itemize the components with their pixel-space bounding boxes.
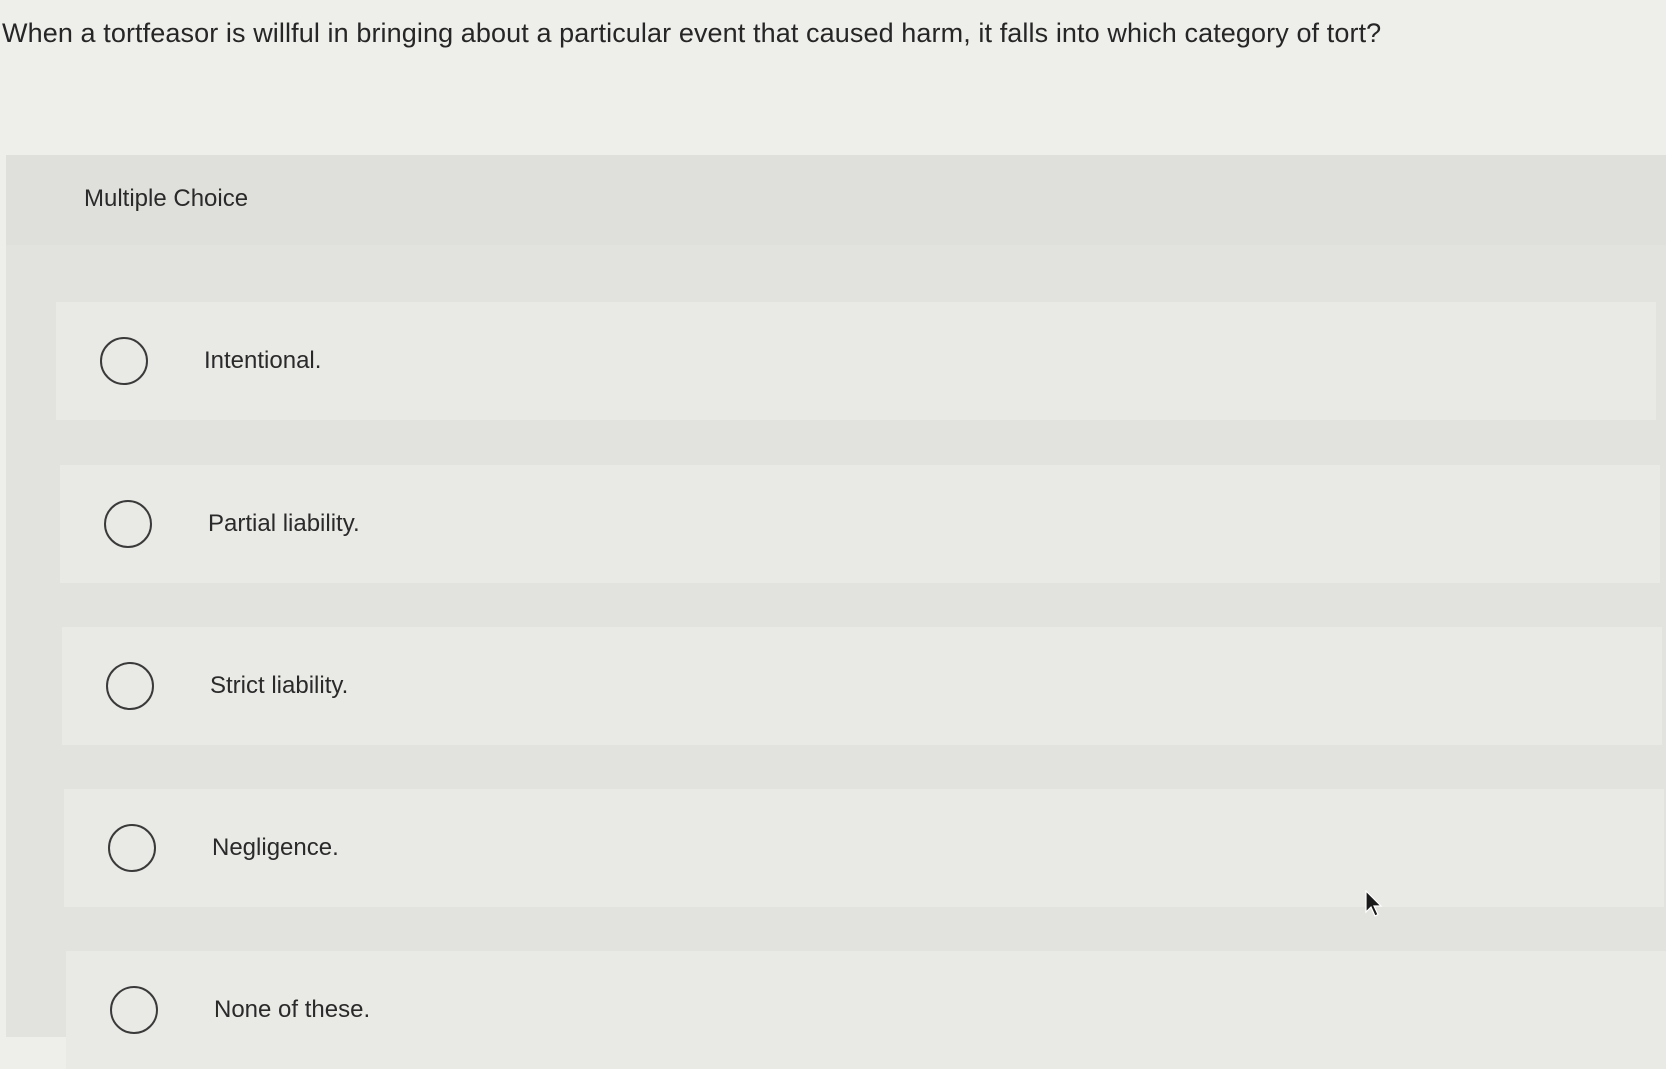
option-none-of-these[interactable]: None of these.	[66, 951, 1666, 1069]
option-label: Partial liability.	[208, 510, 360, 537]
question-text: When a tortfeasor is willful in bringing…	[2, 18, 1382, 48]
option-label: Strict liability.	[210, 672, 349, 699]
option-label: Negligence.	[212, 834, 339, 861]
multiple-choice-panel: Multiple Choice Intentional. Partial lia…	[6, 155, 1666, 1069]
option-intentional[interactable]: Intentional.	[56, 302, 1656, 420]
radio-unchecked-icon[interactable]	[106, 662, 154, 710]
panel-label: Multiple Choice	[84, 185, 249, 212]
panel-header: Multiple Choice	[6, 155, 1666, 245]
option-strict-liability[interactable]: Strict liability.	[62, 627, 1662, 745]
radio-unchecked-icon[interactable]	[104, 500, 152, 548]
mouse-pointer-icon	[1365, 890, 1383, 917]
option-partial-liability[interactable]: Partial liability.	[60, 465, 1660, 583]
option-label: None of these.	[214, 996, 371, 1023]
radio-unchecked-icon[interactable]	[110, 986, 158, 1034]
option-negligence[interactable]: Negligence.	[64, 789, 1664, 907]
radio-unchecked-icon[interactable]	[100, 337, 148, 385]
radio-unchecked-icon[interactable]	[108, 824, 156, 872]
option-label: Intentional.	[204, 347, 322, 374]
